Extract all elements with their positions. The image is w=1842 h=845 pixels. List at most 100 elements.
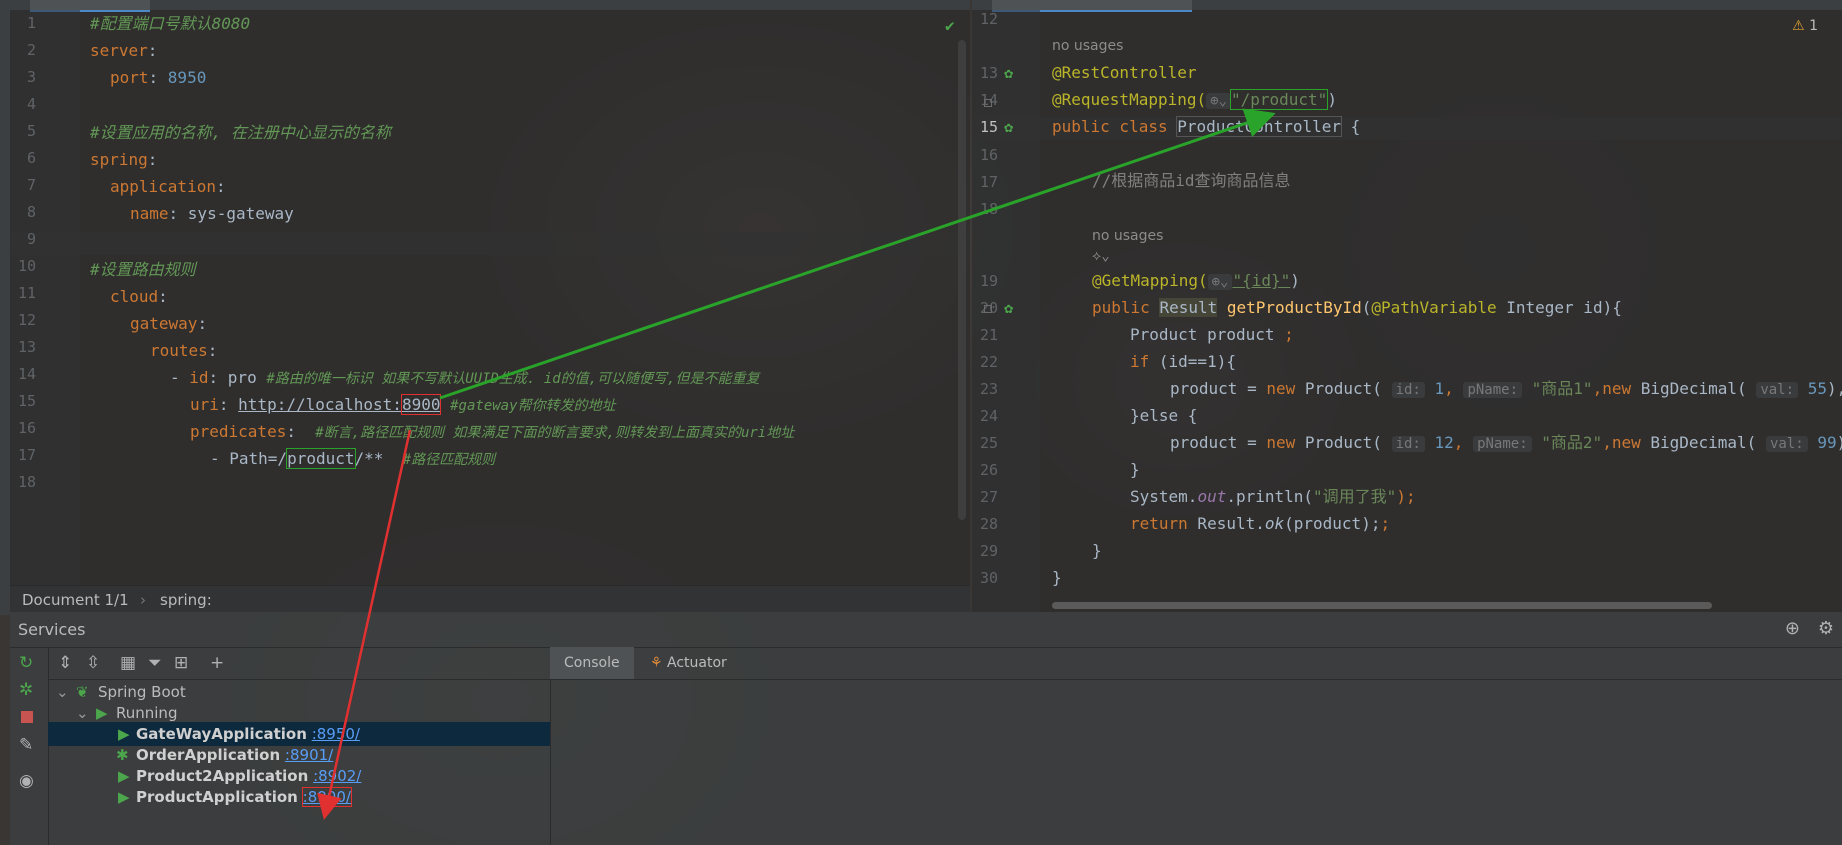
add-icon[interactable]: + [210, 653, 224, 673]
number: 99 [1817, 433, 1837, 452]
rerun-icon[interactable]: ↻ [19, 653, 33, 673]
code: Product( [1295, 379, 1382, 398]
line-number: 8 [26, 203, 36, 221]
line-number: 14 [17, 365, 36, 383]
line-number: 6 [26, 149, 36, 167]
fold-marker[interactable] [984, 305, 992, 313]
yaml-value: 8950 [167, 68, 207, 87]
wrench-icon[interactable]: ✎ [19, 735, 33, 755]
filter-icon[interactable]: ⏷ [148, 653, 162, 673]
check-icon: ✔ [945, 16, 955, 35]
editor-tab-bar [10, 0, 970, 12]
field: out [1197, 487, 1227, 506]
gear-icon[interactable]: ⚙ [1818, 618, 1834, 639]
app-port-link[interactable]: :8900/ [301, 787, 352, 807]
string: "商品1" [1531, 379, 1593, 398]
group-icon[interactable]: ▦ [120, 653, 136, 673]
params: Integer id){ [1496, 298, 1622, 317]
line-number: 16 [17, 419, 36, 437]
expand-all-icon[interactable]: ⇕ [58, 653, 72, 673]
yaml-key: application [110, 177, 216, 196]
param-hint: id: [1391, 436, 1425, 452]
mapping-path: "{id}" [1232, 271, 1291, 290]
spring-bean-icon[interactable]: ✿ [1004, 64, 1013, 82]
app-port-link[interactable]: :8950/ [312, 725, 360, 743]
line-number: 11 [17, 284, 36, 302]
breadcrumb-section[interactable]: spring: [160, 591, 212, 609]
breadcrumb-separator: › [140, 591, 146, 609]
camera-icon[interactable]: ◉ [19, 771, 34, 791]
code: } [1092, 541, 1102, 560]
debug-icon[interactable]: ✲ [19, 680, 33, 700]
actuator-icon: ⚘ [650, 655, 663, 671]
semicolon: ; [1284, 325, 1294, 344]
yaml-key: cloud [110, 287, 159, 306]
code: }else { [1130, 406, 1198, 425]
services-title: Services [18, 620, 86, 639]
brace: { [1341, 117, 1361, 136]
yaml-editor[interactable]: 1 2 3 4 5 6 7 8 9 10 11 12 13 14 15 16 17 18 ✔ #配置端口号默认80… [10, 0, 970, 585]
crosshair-icon[interactable]: ⊕ [1785, 618, 1800, 639]
uri-link[interactable]: http://localhost: [238, 395, 402, 414]
no-usages-hint[interactable]: no usages [1052, 38, 1123, 54]
number: 12 [1434, 433, 1454, 452]
yaml-key: spring [90, 150, 148, 169]
code: ); [1396, 487, 1416, 506]
comment: #设置应用的名称, 在注册中心显示的名称 [90, 123, 391, 142]
warning-icon: ⚠ [1792, 18, 1805, 34]
code: .println( [1226, 487, 1314, 506]
string: "调用了我" [1313, 487, 1397, 506]
tab-console[interactable]: Console [550, 647, 634, 679]
breadcrumb-document[interactable]: Document 1/1 [22, 591, 129, 609]
string: "商品2" [1541, 433, 1603, 452]
endpoint-icon[interactable]: ⟡⌄ [1092, 248, 1110, 264]
line-number: 13 [979, 64, 998, 82]
console-output[interactable] [550, 680, 1842, 845]
comment: #设置路由规则 [90, 260, 196, 279]
keyword: new [1266, 379, 1296, 398]
services-toolbar: ⇕ ⇳ ▦ ⏷ ⊞ + [48, 647, 550, 680]
app-name: Product2Application [136, 767, 309, 785]
line-number: 21 [979, 326, 998, 344]
globe-icon[interactable]: ⊕⌄ [1207, 274, 1233, 290]
new-tab-icon[interactable]: ⊞ [174, 653, 188, 673]
line-number: 16 [979, 146, 998, 164]
line-number: 17 [979, 173, 998, 191]
tab-actuator[interactable]: ⚘ Actuator [636, 647, 741, 679]
line-number: 15 [17, 392, 36, 410]
code: Product product [1130, 325, 1285, 344]
warning-indicator[interactable]: ⚠ 1 [1792, 18, 1818, 34]
collapse-all-icon[interactable]: ⇳ [86, 653, 100, 673]
code: BigDecimal( [1640, 433, 1757, 452]
yaml-value: pro [227, 368, 257, 387]
tree-node-app[interactable]: ▶ ProductApplication :8900/ [48, 785, 550, 809]
horizontal-scrollbar[interactable] [1052, 602, 1712, 609]
spring-bean-icon[interactable]: ✿ [1004, 299, 1013, 317]
editor-tab-bar [972, 0, 1842, 12]
spring-bean-icon[interactable]: ✿ [1004, 118, 1013, 136]
warning-count: 1 [1809, 18, 1818, 34]
annotation: @GetMapping( [1092, 271, 1208, 290]
param-hint: val: [1756, 382, 1799, 398]
no-usages-hint[interactable]: no usages [1092, 228, 1163, 244]
line-number: 2 [26, 41, 36, 59]
stop-icon[interactable] [21, 711, 33, 723]
editor-scrollbar[interactable] [958, 40, 966, 520]
app-port-link[interactable]: :8902/ [313, 767, 361, 785]
app-port-link[interactable]: :8901/ [285, 746, 333, 764]
line-number: 25 [979, 434, 998, 452]
breadcrumb: Document 1/1 › spring: [10, 585, 970, 613]
globe-icon[interactable]: ⊕⌄ [1206, 93, 1231, 109]
line-number: 7 [26, 176, 36, 194]
line-number: 29 [979, 542, 998, 560]
code: } [1052, 568, 1062, 587]
path-product: product [286, 448, 356, 469]
line-number: 17 [17, 446, 36, 464]
services-tree: ⌄ ❦ Spring Boot ⌄ ▶ Running ▶ GateWayApp… [48, 680, 550, 845]
path-prefix: - Path=/ [210, 449, 288, 468]
services-panel: Services ⊕ ⚙ ↻ ✲ ✎ ◉ ⇕ ⇳ ▦ ⏷ ⊞ + ⌄ ❦ Spr… [10, 612, 1842, 845]
method-name: ok [1264, 514, 1285, 533]
java-editor[interactable]: ⚠ 1 12 13 14 15 16 17 18 19 20 21 22 23 … [972, 0, 1842, 612]
uri-port[interactable]: 8900 [400, 394, 442, 415]
fold-marker[interactable] [984, 99, 992, 107]
